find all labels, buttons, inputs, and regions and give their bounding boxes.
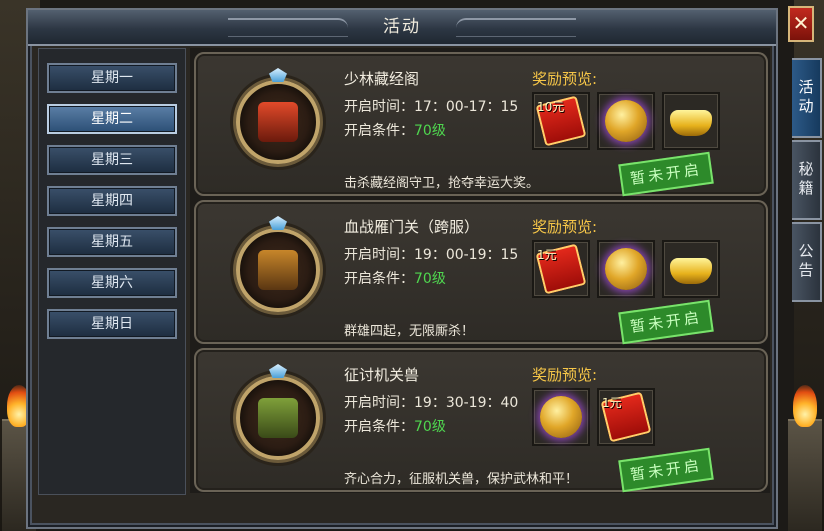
time-label: 开启时间： [344, 395, 414, 411]
activity-condition: 开启条件：70级 [344, 268, 446, 288]
window-titlebar: 活动 [28, 10, 776, 46]
activity-description: 群雄四起，无限厮杀！ [344, 324, 475, 339]
status-stamp: 暂未开启 [618, 151, 714, 197]
time-value: 17：00-17：15 [414, 99, 519, 115]
day-tab-wednesday[interactable]: 星期三 [47, 145, 177, 175]
reward-slot[interactable]: 1元 [597, 388, 655, 446]
gold-coin-icon [605, 248, 647, 290]
activity-card: 征讨机关兽 开启时间：19：30-19：40 开启条件：70级 齐心合力，征服机… [194, 348, 768, 493]
activity-name: 少林藏经阁 [344, 70, 420, 88]
reward-preview-title: 奖励预览: [532, 218, 598, 236]
weekday-sidebar: 星期一 星期二 星期三 星期四 星期五 星期六 星期日 [38, 48, 186, 495]
day-tab-thursday[interactable]: 星期四 [47, 186, 177, 216]
activity-emblem [236, 376, 320, 460]
reward-slot[interactable] [662, 240, 720, 298]
gold-coin-icon [605, 100, 647, 142]
activity-card: 血战雁门关（跨服） 开启时间：19：00-19：15 开启条件：70级 群雄四起… [194, 200, 768, 345]
reward-amount: 1元 [537, 248, 557, 262]
reward-preview-title: 奖励预览: [532, 366, 598, 384]
day-tab-monday[interactable]: 星期一 [47, 63, 177, 93]
reward-slot[interactable]: 1元 [532, 240, 590, 298]
level-value: 70级 [414, 419, 446, 435]
window-title: 活动 [383, 17, 421, 37]
level-value: 70级 [414, 271, 446, 287]
close-button[interactable]: ✕ [788, 6, 814, 42]
time-value: 19：00-19：15 [414, 247, 519, 263]
day-tab-friday[interactable]: 星期五 [47, 227, 177, 257]
day-tab-tuesday[interactable]: 星期二 [47, 104, 177, 134]
gold-ingot-icon [670, 110, 712, 136]
time-value: 19：30-19：40 [414, 395, 519, 411]
reward-slot[interactable] [597, 240, 655, 298]
emblem-gem-icon [269, 216, 287, 230]
activity-time: 开启时间：19：30-19：40 [344, 392, 518, 412]
activity-list: 少林藏经阁 开启时间：17：00-17：15 开启条件：70级 击杀藏经阁守卫，… [190, 48, 770, 493]
reward-slot[interactable] [662, 92, 720, 150]
day-tab-saturday[interactable]: 星期六 [47, 268, 177, 298]
activity-card: 少林藏经阁 开启时间：17：00-17：15 开启条件：70级 击杀藏经阁守卫，… [194, 52, 768, 197]
gold-coin-icon [540, 396, 582, 438]
fortress-gate-icon [258, 250, 298, 290]
activity-time: 开启时间：19：00-19：15 [344, 244, 518, 264]
reward-amount: 10元 [537, 100, 565, 114]
day-tab-sunday[interactable]: 星期日 [47, 309, 177, 339]
side-tab-cheats[interactable]: 秘籍 [792, 140, 822, 220]
status-stamp: 暂未开启 [618, 299, 714, 345]
emblem-gem-icon [269, 68, 287, 82]
reward-slot[interactable]: 10元 [532, 92, 590, 150]
title-ornament-left [228, 18, 348, 37]
activity-emblem [236, 228, 320, 312]
right-brazier-pillar [788, 419, 822, 531]
right-flame-icon [793, 385, 817, 427]
condition-label: 开启条件： [344, 271, 414, 287]
gold-ingot-icon [670, 258, 712, 284]
activity-description: 齐心合力，征服机关兽，保护武林和平！ [344, 472, 579, 487]
activity-name: 征讨机关兽 [344, 366, 420, 384]
activity-emblem [236, 80, 320, 164]
pagoda-icon [258, 102, 298, 142]
mechanical-beast-icon [258, 398, 298, 438]
level-value: 70级 [414, 123, 446, 139]
activity-window: 活动 星期一 星期二 星期三 星期四 星期五 星期六 星期日 少林藏经阁 开启时… [26, 8, 778, 529]
status-stamp: 暂未开启 [618, 447, 714, 493]
reward-preview-title: 奖励预览: [532, 70, 598, 88]
activity-name: 血战雁门关（跨服） [344, 218, 480, 236]
activity-condition: 开启条件：70级 [344, 120, 446, 140]
reward-slot[interactable] [597, 92, 655, 150]
activity-description: 击杀藏经阁守卫，抢夺幸运大奖。 [344, 176, 540, 191]
title-ornament-right [456, 18, 576, 37]
reward-slot[interactable] [532, 388, 590, 446]
time-label: 开启时间： [344, 99, 414, 115]
activity-time: 开启时间：17：00-17：15 [344, 96, 518, 116]
condition-label: 开启条件： [344, 419, 414, 435]
condition-label: 开启条件： [344, 123, 414, 139]
side-tab-announcement[interactable]: 公告 [792, 222, 822, 302]
emblem-gem-icon [269, 364, 287, 378]
side-tab-activity[interactable]: 活动 [792, 58, 822, 138]
reward-amount: 1元 [602, 396, 622, 410]
activity-condition: 开启条件：70级 [344, 416, 446, 436]
time-label: 开启时间： [344, 247, 414, 263]
